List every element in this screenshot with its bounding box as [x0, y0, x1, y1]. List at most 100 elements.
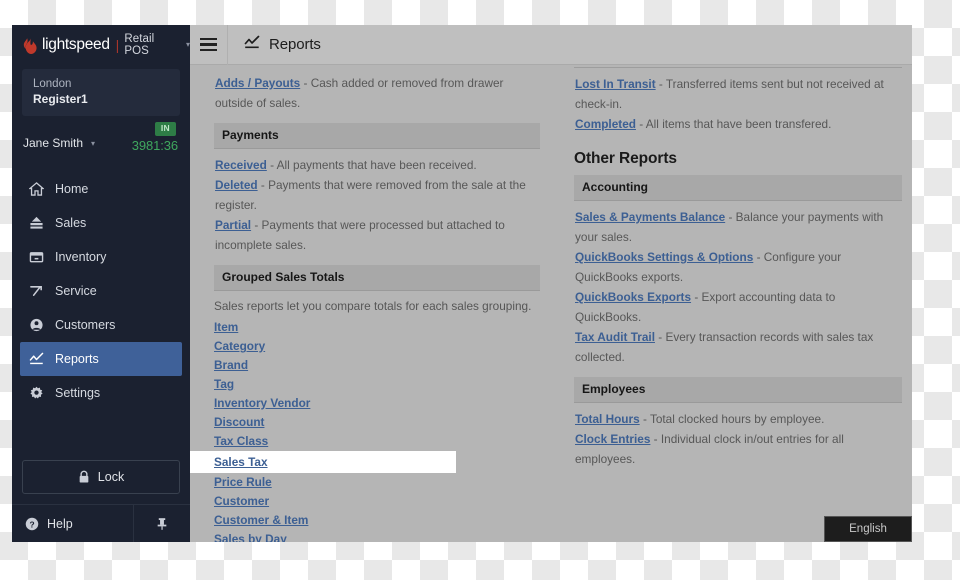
report-link-customer[interactable]: Customer	[214, 494, 269, 508]
report-entry: Clock Entries - Individual clock in/out …	[574, 429, 902, 469]
other-reports-heading: Other Reports	[574, 150, 677, 167]
brand-bar: lightspeed | Retail POS ▾	[12, 25, 190, 65]
sidebar-item-home[interactable]: Home	[12, 172, 190, 206]
report-entry: Partial - Payments that were processed b…	[214, 215, 540, 255]
report-link-sales-payments-balance[interactable]: Sales & Payments Balance	[575, 210, 725, 224]
report-link-deleted[interactable]: Deleted	[215, 178, 258, 192]
clock-status-badge: IN	[154, 122, 176, 136]
report-link-brand[interactable]: Brand	[214, 358, 248, 372]
report-link-tag[interactable]: Tag	[214, 377, 234, 391]
report-entry: Total Hours - Total clocked hours by emp…	[574, 409, 902, 429]
report-entry: Adds / Payouts - Cash added or removed f…	[214, 73, 540, 113]
report-link-adds-payouts[interactable]: Adds / Payouts	[215, 76, 300, 90]
report-link-tax-class[interactable]: Tax Class	[214, 434, 268, 448]
list-item: Tax Class	[214, 432, 540, 451]
register-location: London	[33, 78, 72, 90]
report-link-sales-by-day[interactable]: Sales by Day	[214, 532, 287, 542]
report-link-category[interactable]: Category	[214, 339, 265, 353]
list-item: Brand	[214, 356, 540, 375]
report-link-customer-and-item[interactable]: Customer & Item	[214, 513, 308, 527]
application-window: lightspeed | Retail POS ▾ London Registe…	[12, 25, 912, 542]
sidebar-item-sales[interactable]: Sales	[12, 206, 190, 240]
report-link-quickbooks-settings[interactable]: QuickBooks Settings & Options	[575, 250, 753, 264]
pin-button[interactable]	[134, 505, 190, 542]
sidebar-item-reports[interactable]: Reports	[20, 342, 182, 376]
report-desc: - Payments that were removed from the sa…	[215, 178, 526, 212]
report-link-item[interactable]: Item	[214, 320, 238, 334]
lightspeed-flame-icon	[23, 36, 37, 54]
home-icon	[29, 181, 48, 197]
reports-left-column: Adds / Payouts - Cash added or removed f…	[190, 65, 540, 542]
sidebar-nav: Home Sales Inventory Service Customers R…	[12, 172, 190, 410]
page-title: Reports	[269, 36, 321, 53]
user-name[interactable]: Jane Smith	[23, 136, 83, 150]
report-desc: - All items that have been transfered.	[635, 117, 832, 131]
grouped-sales-link-list: Item Category Brand Tag Inventory Vendor…	[190, 318, 540, 542]
help-label: Help	[47, 516, 73, 531]
hamburger-icon[interactable]	[190, 25, 228, 65]
register-name: Register1	[33, 92, 88, 106]
sidebar-item-label: Service	[55, 284, 97, 298]
report-link-quickbooks-exports[interactable]: QuickBooks Exports	[575, 290, 691, 304]
list-item: Inventory Vendor	[214, 394, 540, 413]
top-bar: Reports	[190, 25, 912, 65]
sidebar-item-settings[interactable]: Settings	[12, 376, 190, 410]
help-button[interactable]: ? Help	[12, 505, 134, 542]
report-link-completed[interactable]: Completed	[575, 117, 636, 131]
report-link-price-rule[interactable]: Price Rule	[214, 475, 272, 489]
sidebar-item-label: Customers	[55, 318, 116, 332]
report-link-lost-in-transit[interactable]: Lost In Transit	[575, 77, 656, 91]
sidebar-item-inventory[interactable]: Inventory	[12, 240, 190, 274]
report-entry: Lost In Transit - Transferred items sent…	[574, 74, 902, 114]
sidebar-item-label: Sales	[55, 216, 87, 230]
report-entry: Tax Audit Trail - Every transaction reco…	[574, 327, 902, 367]
list-item: Item	[214, 318, 540, 337]
report-entry: Sales & Payments Balance - Balance your …	[574, 207, 902, 247]
report-link-received[interactable]: Received	[215, 158, 267, 172]
sidebar-item-label: Inventory	[55, 250, 107, 264]
content-area: Adds / Payouts - Cash added or removed f…	[190, 65, 912, 542]
sidebar-item-service[interactable]: Service	[12, 274, 190, 308]
section-header-grouped-sales-totals: Grouped Sales Totals	[214, 265, 540, 291]
hamburger-line	[200, 43, 217, 46]
report-link-tax-audit-trail[interactable]: Tax Audit Trail	[575, 330, 655, 344]
section-header-employees: Employees	[574, 377, 902, 403]
report-link-inventory-vendor[interactable]: Inventory Vendor	[214, 396, 310, 410]
user-chevron-down-icon[interactable]: ▾	[91, 140, 95, 148]
report-entry: Deleted - Payments that were removed fro…	[214, 175, 540, 215]
language-button[interactable]: English	[824, 516, 912, 542]
report-link-total-hours[interactable]: Total Hours	[575, 412, 640, 426]
reports-icon	[29, 351, 48, 367]
report-entry: QuickBooks Exports - Export accounting d…	[574, 287, 902, 327]
sidebar-item-label: Settings	[55, 386, 101, 400]
sidebar-item-customers[interactable]: Customers	[12, 308, 190, 342]
main-area: Reports Adds / Payouts - Cash added or r…	[190, 25, 912, 542]
hamburger-line	[200, 37, 217, 41]
settings-icon	[29, 385, 48, 401]
service-icon	[29, 283, 48, 299]
page-title-group: Reports	[244, 35, 321, 55]
grouped-sales-note: Sales reports let you compare totals for…	[214, 299, 532, 313]
inventory-icon	[29, 249, 48, 265]
sidebar: lightspeed | Retail POS ▾ London Registe…	[12, 25, 190, 542]
report-entry: QuickBooks Settings & Options - Configur…	[574, 247, 902, 287]
reports-chart-icon	[244, 35, 260, 55]
report-link-partial[interactable]: Partial	[215, 218, 251, 232]
report-desc: - Total clocked hours by employee.	[639, 412, 825, 426]
column-top-divider	[574, 65, 902, 68]
section-header-payments: Payments	[214, 123, 540, 149]
report-link-sales-tax[interactable]: Sales Tax	[214, 455, 268, 469]
clock-timer: 3981:36	[131, 138, 178, 153]
register-selector[interactable]: London Register1	[22, 69, 180, 116]
lock-button[interactable]: Lock	[22, 460, 180, 494]
sidebar-footer: ? Help	[12, 504, 190, 542]
reports-right-column: Lost In Transit - Transferred items sent…	[574, 65, 902, 469]
svg-text:?: ?	[29, 519, 34, 529]
report-link-discount[interactable]: Discount	[214, 415, 264, 429]
brand-product: Retail POS	[124, 33, 155, 57]
report-link-clock-entries[interactable]: Clock Entries	[575, 432, 650, 446]
hamburger-line	[200, 48, 217, 52]
sales-icon	[29, 215, 48, 231]
list-item: Sales by Day	[214, 530, 540, 542]
